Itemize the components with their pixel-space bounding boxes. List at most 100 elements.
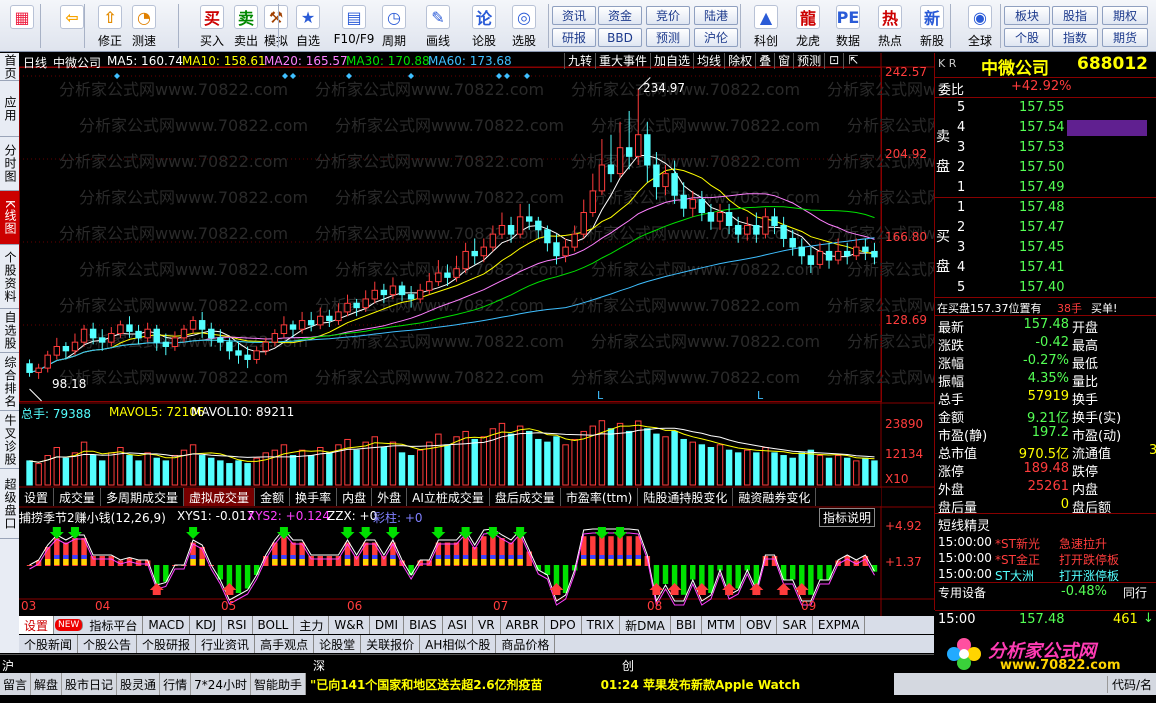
toolbar-buy-button[interactable]: 买买入 [194,2,230,50]
indicator-tab-5[interactable]: RSI [222,616,253,634]
indicator-tab-7[interactable]: 主力 [294,616,330,634]
toolbar-small-top-6[interactable]: 期权 [1102,6,1148,25]
alert-stock[interactable]: *ST新光 [995,535,1040,552]
pin-icon[interactable]: ⊡ [824,53,843,69]
sell-level-price[interactable]: 157.55 [1019,100,1065,115]
toolbar-star-folder-button[interactable]: ★ 自选 [290,2,326,50]
news-tab-6[interactable]: 关联报价 [361,635,421,653]
news-tab-4[interactable]: 高手观点 [255,635,315,653]
news-ticker[interactable]: "已向141个国家和地区送去超2.6亿剂疫苗 01:24 苹果发布新款Apple… [306,673,894,695]
period-label[interactable]: 日线 [23,54,47,71]
chart-tool-2[interactable]: 加自选 [650,53,693,69]
indicator-tab-15[interactable]: TRIX [581,616,621,634]
status-item-6[interactable]: 智能助手 [251,673,306,695]
toolbar-select-stock-button[interactable]: ◎ 选股 [506,2,542,50]
sell-level-price[interactable]: 157.54 [1019,120,1065,135]
indicator-tab-13[interactable]: ARBR [500,616,545,634]
short-line-title[interactable]: 短线精灵 [938,515,990,534]
sector-name[interactable]: 专用设备 [938,584,986,601]
indicator-tab-8[interactable]: W&R [329,616,370,634]
indicator-tab-21[interactable]: EXPMA [812,616,866,634]
toolbar-small-top-2[interactable]: 竞价 [646,6,690,25]
sell-level-price[interactable]: 157.53 [1019,140,1065,155]
toolbar-f10-button[interactable]: ▤ F10/F9 [332,2,376,50]
toolbar-speed-button[interactable]: ◔ 测速 [126,2,162,50]
indicator-tab-18[interactable]: MTM [701,616,741,634]
left-nav-item-1[interactable]: 应用 [0,81,19,137]
status-item-2[interactable]: 股市日记 [62,673,118,695]
volume-subtab-2[interactable]: 多周期成交量 [101,488,185,506]
toolbar-hot-button[interactable]: 热热点 [872,2,908,50]
left-nav-item-6[interactable]: 综合排名 [0,353,19,411]
buy-level-price[interactable]: 157.48 [1019,200,1065,215]
indicator-tab-4[interactable]: KDJ [190,616,222,634]
volume-subtab-1[interactable]: 成交量 [54,488,102,506]
left-nav-item-4[interactable]: 个股资料 [0,245,19,309]
ticker-item-2[interactable]: 01:24 苹果发布新款Apple Watch [601,676,801,693]
left-nav-item-7[interactable]: 牛叉诊股 [0,411,19,469]
sell-level-price[interactable]: 157.50 [1019,160,1065,175]
toolbar-small-top-4[interactable]: 板块 [1004,6,1050,25]
volume-subtab-4[interactable]: 金额 [255,488,291,506]
chart-area[interactable]: 分析家公式网www.70822.com 分析家公式网www.70822.com 分析… [19,53,934,616]
left-nav-item-0[interactable]: 首页 [0,53,19,81]
toolbar-small-bot-2[interactable]: 预测 [646,28,690,47]
market-cy[interactable]: 创 [622,657,634,674]
volume-subtab-12[interactable]: 融资融券变化 [733,488,817,506]
indicator-tab-0[interactable]: 设置 [19,616,55,634]
indicator-tab-12[interactable]: VR [473,616,501,634]
kline-chart[interactable]: 分析家公式网www.70822.com 分析家公式网www.70822.com 分析… [19,53,934,616]
left-nav-item-5[interactable]: 自选股 [0,309,19,353]
volume-subtab-6[interactable]: 内盘 [337,488,373,506]
status-item-4[interactable]: 行情 [160,673,192,695]
volume-subtab-10[interactable]: 市盈率(ttm) [561,488,639,506]
indicator-tab-17[interactable]: BBI [670,616,702,634]
indicator-tab-19[interactable]: OBV [740,616,778,634]
toolbar-small-bot-0[interactable]: 研报 [552,28,596,47]
chart-tool-0[interactable]: 九转 [564,53,595,69]
indicator-tab-16[interactable]: 新DMA [620,616,671,634]
status-item-1[interactable]: 解盘 [31,673,63,695]
chart-tool-3[interactable]: 均线 [693,53,724,69]
toolbar-hammer-button[interactable]: ⚒ 模拟 [258,2,294,50]
indicator-tab-6[interactable]: BOLL [252,616,295,634]
toolbar-small-top-0[interactable]: 资讯 [552,6,596,25]
toolbar-small-top-3[interactable]: 陆港 [694,6,738,25]
news-tab-8[interactable]: 商品价格 [496,635,556,653]
status-item-5[interactable]: 7*24小时 [191,673,251,695]
toolbar-chart-button[interactable]: ▲ 科创 [748,2,784,50]
chart-tool-4[interactable]: 除权 [724,53,755,69]
sell-level-price[interactable]: 157.49 [1019,180,1065,195]
alert-stock[interactable]: *ST金正 [995,551,1040,568]
indicator-tab-3[interactable]: MACD [143,616,191,634]
status-item-0[interactable]: 留言 [0,673,32,695]
market-sz[interactable]: 深 [313,657,325,674]
toolbar-globe-button[interactable]: ◉ 全球 [962,2,998,50]
news-tab-0[interactable]: 个股新闻 [19,635,79,653]
chart-tool-6[interactable]: 窗 [774,53,793,69]
toolbar-small-bot-5[interactable]: 指数 [1052,28,1098,47]
news-tab-1[interactable]: 个股公告 [78,635,138,653]
toolbar-small-bot-3[interactable]: 沪伦 [694,28,738,47]
indicator-tab-9[interactable]: DMI [369,616,405,634]
left-nav-item-3[interactable]: K线图 [0,191,19,245]
chart-tool-1[interactable]: 重大事件 [595,53,650,69]
news-tab-2[interactable]: 个股研报 [137,635,197,653]
toolbar-pencil-button[interactable]: ✎ 画线 [420,2,456,50]
volume-subtab-11[interactable]: 陆股通持股变化 [638,488,734,506]
expand-icon[interactable]: ⇱ [843,53,862,69]
toolbar-new-stock-button[interactable]: 新新股 [914,2,950,50]
indicator-tab-14[interactable]: DPO [544,616,582,634]
toolbar-dragon-button[interactable]: 龍龙虎 [790,2,826,50]
peer-link[interactable]: 同行 [1123,584,1147,601]
volume-subtab-0[interactable]: 设置 [19,488,55,506]
market-sh[interactable]: 沪 [2,657,14,674]
toolbar-small-bot-4[interactable]: 个股 [1004,28,1050,47]
news-tab-7[interactable]: AH相似个股 [420,635,497,653]
toolbar-small-top-5[interactable]: 股指 [1052,6,1098,25]
buy-level-price[interactable]: 157.40 [1019,280,1065,295]
news-tab-5[interactable]: 论股堂 [314,635,362,653]
toolbar-pe-button[interactable]: PE 数据 [830,2,866,50]
chart-tool-5[interactable]: 叠 [755,53,774,69]
news-tab-3[interactable]: 行业资讯 [196,635,256,653]
